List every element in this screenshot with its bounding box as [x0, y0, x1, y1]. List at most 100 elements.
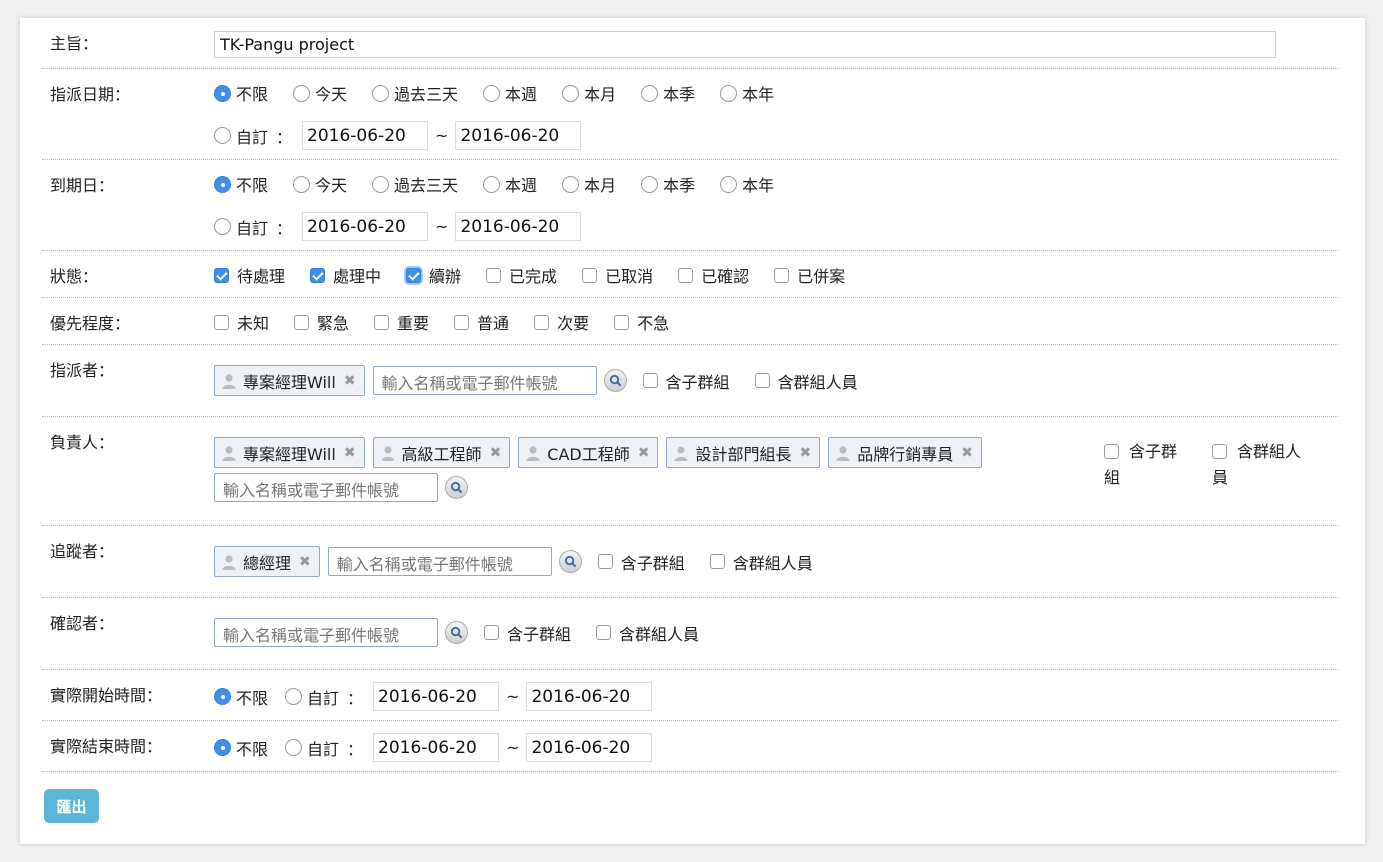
- due-date-year[interactable]: 本年: [720, 172, 774, 196]
- due-date-from[interactable]: 2016-06-20: [302, 212, 429, 241]
- confirmer-label: 確認者：: [50, 614, 115, 633]
- user-icon: [674, 445, 688, 461]
- remove-tag-icon[interactable]: ✖: [800, 445, 812, 461]
- search-icon: [564, 555, 577, 568]
- due-date-3days[interactable]: 過去三天: [372, 172, 458, 196]
- checkbox-icon: [754, 373, 770, 388]
- confirmer-input[interactable]: 輸入名稱或電子郵件帳號: [214, 618, 438, 647]
- follower-group-members[interactable]: 含群組人員: [709, 550, 813, 574]
- confirmer-row: 確認者： 輸入名稱或電子郵件帳號 含子群組 含群組人員: [42, 598, 1338, 670]
- owner-sub-group[interactable]: 含子群 組: [1104, 439, 1177, 491]
- remove-tag-icon[interactable]: ✖: [638, 445, 650, 461]
- radio-icon: [372, 175, 390, 193]
- due-date-today[interactable]: 今天: [293, 172, 347, 196]
- priority-low[interactable]: 不急: [614, 310, 669, 334]
- assigner-label: 指派者：: [50, 361, 115, 380]
- assign-date-from[interactable]: 2016-06-20: [302, 121, 429, 150]
- confirmer-group-members[interactable]: 含群組人員: [596, 621, 699, 645]
- assign-date-month[interactable]: 本月: [562, 81, 616, 105]
- status-processing[interactable]: 處理中: [310, 263, 381, 287]
- actual-end-from[interactable]: 2016-06-20: [373, 733, 500, 762]
- assign-date-3days[interactable]: 過去三天: [372, 81, 458, 105]
- assign-date-year[interactable]: 本年: [720, 81, 774, 105]
- radio-icon: [641, 84, 659, 102]
- priority-unknown[interactable]: 未知: [214, 310, 269, 334]
- status-confirmed[interactable]: 已確認: [678, 263, 749, 287]
- checkbox-icon: [709, 554, 725, 569]
- checkbox-icon: [596, 625, 612, 640]
- actual-end-custom-radio[interactable]: [285, 739, 303, 756]
- status-cancelled[interactable]: 已取消: [582, 263, 653, 287]
- checkbox-icon: [486, 267, 502, 283]
- confirmer-sub-group[interactable]: 含子群組: [484, 621, 571, 645]
- due-date-month[interactable]: 本月: [562, 172, 616, 196]
- actual-end-to[interactable]: 2016-06-20: [526, 733, 653, 762]
- assign-date-quarter[interactable]: 本季: [641, 81, 695, 105]
- actual-start-custom-radio[interactable]: [285, 688, 303, 705]
- priority-normal[interactable]: 普通: [454, 310, 509, 334]
- status-completed[interactable]: 已完成: [486, 263, 557, 287]
- owner-search-button[interactable]: [445, 476, 468, 499]
- actual-end-any[interactable]: 不限: [214, 736, 268, 760]
- follower-sub-group[interactable]: 含子群組: [597, 550, 685, 574]
- assign-date-any[interactable]: 不限: [214, 81, 268, 105]
- follower-search-button[interactable]: [558, 550, 582, 573]
- checkbox-icon: [294, 314, 310, 330]
- due-date-to[interactable]: 2016-06-20: [455, 212, 582, 241]
- actual-start-from[interactable]: 2016-06-20: [373, 682, 500, 711]
- due-date-week[interactable]: 本週: [483, 172, 537, 196]
- export-button[interactable]: 匯出: [44, 789, 99, 823]
- priority-label: 優先程度：: [50, 314, 131, 333]
- status-pending[interactable]: 待處理: [214, 263, 285, 287]
- remove-tag-icon[interactable]: ✖: [344, 373, 356, 389]
- checkbox-icon: [774, 267, 790, 283]
- remove-tag-icon[interactable]: ✖: [961, 445, 973, 461]
- priority-minor[interactable]: 次要: [534, 310, 589, 334]
- due-date-custom-radio[interactable]: [214, 218, 231, 235]
- status-continue[interactable]: 續辦: [406, 263, 461, 287]
- radio-icon: [641, 175, 659, 193]
- follower-input[interactable]: 輸入名稱或電子郵件帳號: [327, 547, 552, 576]
- assign-date-custom-label: 自訂: [236, 127, 269, 147]
- status-row: 狀態： 待處理 處理中 續辦 已完成 已取消 已確認 已併案: [42, 251, 1338, 298]
- checkbox-icon: [484, 625, 499, 640]
- subject-input[interactable]: TK-Pangu project: [214, 31, 1276, 58]
- user-icon: [222, 445, 236, 461]
- user-icon: [836, 445, 850, 461]
- follower-row: 追蹤者： 總經理 ✖ 輸入名稱或電子郵件帳號 含子群組 含群組人員: [42, 526, 1338, 598]
- status-merged[interactable]: 已併案: [774, 263, 845, 287]
- owner-group-members[interactable]: 含群組人 員: [1212, 439, 1301, 491]
- actual-start-any[interactable]: 不限: [214, 685, 268, 709]
- assigner-search-button[interactable]: [603, 369, 627, 392]
- confirmer-search-button[interactable]: [445, 621, 468, 644]
- radio-icon: [483, 84, 501, 102]
- remove-tag-icon[interactable]: ✖: [344, 445, 356, 461]
- status-label: 狀態：: [50, 267, 99, 286]
- checkbox-icon: [534, 314, 550, 330]
- priority-row: 優先程度： 未知 緊急 重要 普通 次要 不急: [42, 298, 1338, 345]
- due-date-row: 到期日： 不限 今天 過去三天 本週 本月 本季 本年 自訂 ： 2016-06…: [42, 160, 1338, 251]
- radio-icon: [293, 84, 311, 102]
- assign-date-today[interactable]: 今天: [293, 81, 347, 105]
- due-date-label: 到期日：: [50, 176, 115, 195]
- assigner-sub-group[interactable]: 含子群組: [642, 369, 730, 393]
- owner-tag: 品牌行銷專員 ✖: [828, 437, 982, 468]
- priority-important[interactable]: 重要: [374, 310, 429, 334]
- remove-tag-icon[interactable]: ✖: [299, 554, 311, 570]
- actual-start-to[interactable]: 2016-06-20: [526, 682, 653, 711]
- assigner-group-members[interactable]: 含群組人員: [754, 369, 858, 393]
- owner-tag: 專案經理Will ✖: [214, 437, 365, 468]
- checkbox-icon: [310, 267, 326, 283]
- due-date-quarter[interactable]: 本季: [641, 172, 695, 196]
- assign-date-to[interactable]: 2016-06-20: [455, 121, 582, 150]
- assigner-input[interactable]: 輸入名稱或電子郵件帳號: [372, 366, 597, 395]
- due-date-any[interactable]: 不限: [214, 172, 268, 196]
- actual-end-label: 實際結束時間：: [50, 737, 163, 756]
- owner-input[interactable]: 輸入名稱或電子郵件帳號: [214, 473, 438, 502]
- assign-date-week[interactable]: 本週: [483, 81, 537, 105]
- assign-date-custom-radio[interactable]: [214, 127, 231, 144]
- assign-date-row: 指派日期： 不限 今天 過去三天 本週 本月 本季 本年 自訂 ： 2016-0…: [42, 69, 1338, 160]
- priority-urgent[interactable]: 緊急: [294, 310, 349, 334]
- search-icon: [450, 481, 463, 494]
- remove-tag-icon[interactable]: ✖: [490, 445, 502, 461]
